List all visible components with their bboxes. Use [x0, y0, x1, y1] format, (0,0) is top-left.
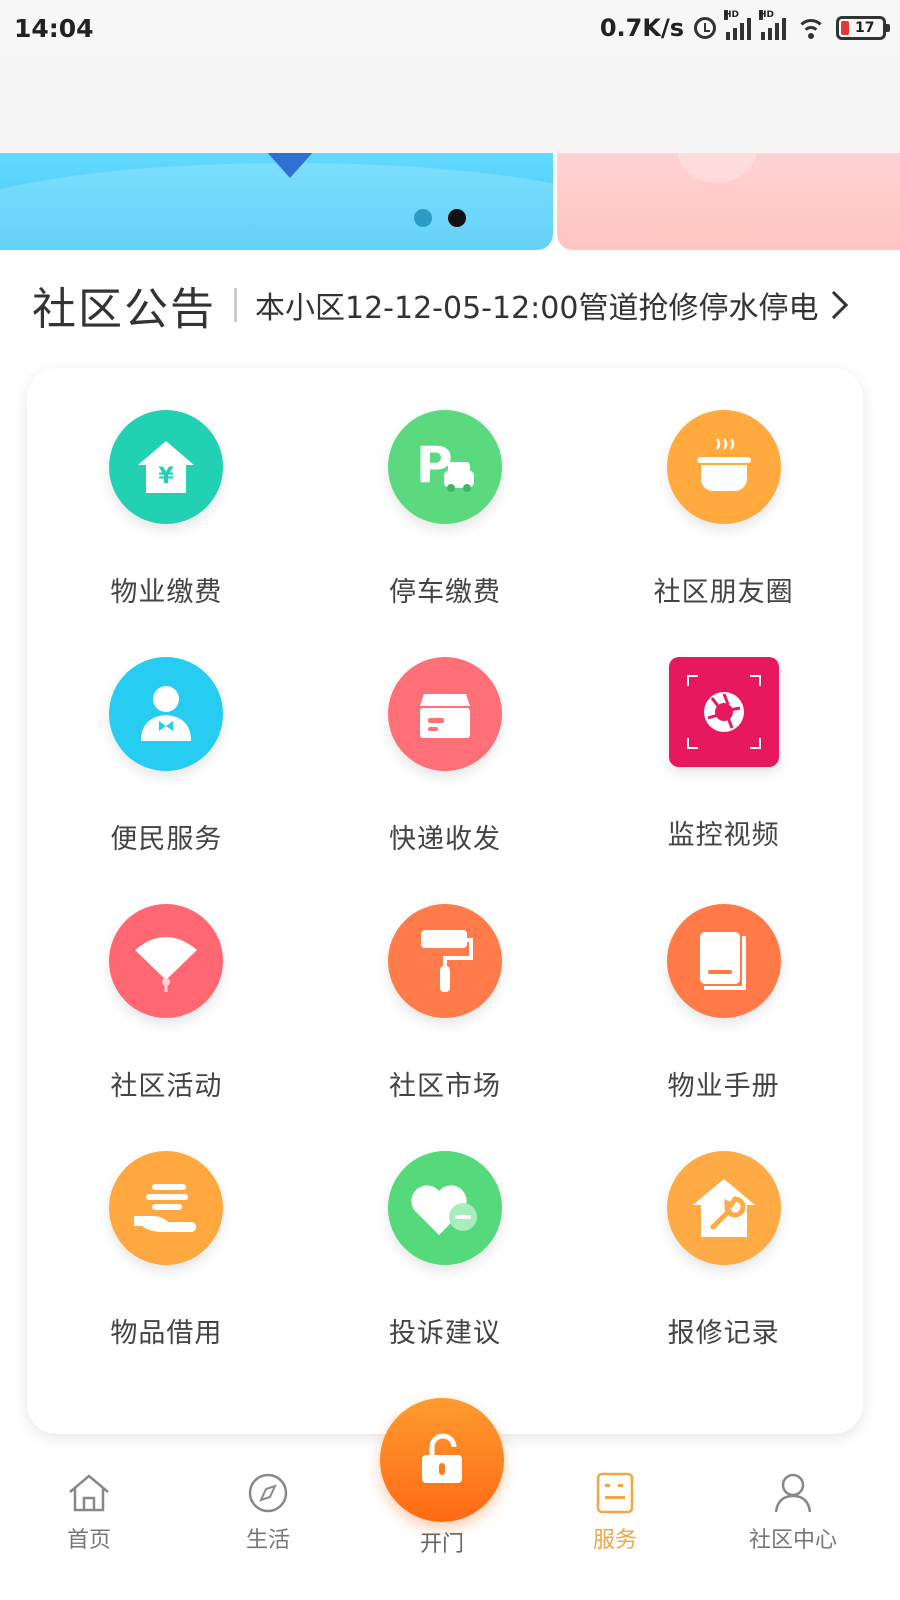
community-moments-icon[interactable] — [666, 410, 781, 524]
service-convenience[interactable]: 便民服务 — [27, 657, 306, 904]
signal-icon-2: HD — [759, 10, 786, 40]
banner-graphic — [250, 153, 330, 178]
service-property-fee[interactable]: ¥ 物业缴费 — [27, 410, 306, 657]
nav-label: 首页 — [66, 1528, 111, 1553]
pagination-dot[interactable] — [414, 209, 432, 227]
service-label: 投诉建议 — [388, 1318, 501, 1349]
nav-home[interactable]: 首页 — [34, 1472, 144, 1554]
wifi-icon — [796, 17, 826, 39]
service-label: 快递收发 — [388, 824, 501, 855]
home-icon — [69, 1474, 109, 1512]
open-door-button[interactable] — [380, 1398, 504, 1522]
user-icon — [774, 1473, 812, 1513]
property-fee-icon[interactable]: ¥ — [109, 410, 224, 524]
nav-label: 服务 — [592, 1528, 637, 1553]
service-label: 社区市场 — [388, 1071, 501, 1102]
pagination-dot-active[interactable] — [448, 209, 466, 227]
svg-text:¥: ¥ — [159, 464, 175, 489]
unlock-icon — [422, 1433, 462, 1483]
status-time: 14:04 — [14, 13, 94, 43]
service-list-icon — [596, 1472, 634, 1514]
signal-icon: HD — [724, 10, 751, 40]
nav-community-center[interactable]: 社区中心 — [738, 1472, 848, 1554]
service-property-manual[interactable]: 物业手册 — [584, 904, 863, 1151]
header-area — [0, 56, 900, 153]
nav-label: 社区中心 — [748, 1528, 837, 1553]
open-door-label[interactable]: 开门 — [380, 1526, 504, 1558]
community-notice[interactable]: 社区公告 本小区12-12-05-12:00管道抢修停水停电 — [32, 275, 868, 335]
services-grid: ¥ 物业缴费 P 停车缴费 社区朋友圈 便民服务 快递收发 监控视频 社区活动 … — [27, 410, 863, 1398]
compass-icon — [248, 1473, 288, 1513]
service-complaint-suggestion[interactable]: 投诉建议 — [306, 1151, 585, 1398]
service-label: 物业缴费 — [110, 577, 223, 608]
service-community-market[interactable]: 社区市场 — [306, 904, 585, 1151]
service-item-borrowing[interactable]: 物品借用 — [27, 1151, 306, 1398]
banner-pagination — [414, 209, 466, 227]
banner-slide-next[interactable] — [557, 153, 900, 250]
service-community-moments[interactable]: 社区朋友圈 — [584, 410, 863, 657]
parking-fee-icon[interactable]: P — [387, 410, 502, 524]
service-express-delivery[interactable]: 快递收发 — [306, 657, 585, 904]
express-delivery-icon[interactable] — [387, 657, 502, 771]
service-label: 停车缴费 — [388, 577, 501, 608]
complaint-suggestion-icon[interactable] — [387, 1151, 502, 1265]
service-label: 监控视频 — [667, 820, 780, 851]
nav-life[interactable]: 生活 — [213, 1472, 323, 1554]
item-borrowing-icon[interactable] — [109, 1151, 224, 1265]
battery-level: 17 — [855, 20, 875, 36]
banner-slide-current[interactable] — [0, 153, 553, 250]
services-card: ¥ 物业缴费 P 停车缴费 社区朋友圈 便民服务 快递收发 监控视频 社区活动 … — [27, 368, 863, 1434]
community-market-icon[interactable] — [387, 904, 502, 1018]
surveillance-video-icon[interactable] — [668, 657, 779, 767]
banner-carousel[interactable] — [0, 153, 900, 250]
service-community-activity[interactable]: 社区活动 — [27, 904, 306, 1151]
repair-record-icon[interactable] — [666, 1151, 781, 1265]
service-label: 物业手册 — [667, 1071, 780, 1102]
service-label: 物品借用 — [110, 1318, 223, 1349]
status-icons: 0.7K/s HD HD 17 — [599, 10, 890, 42]
service-parking-fee[interactable]: P 停车缴费 — [306, 410, 585, 657]
convenience-service-icon[interactable] — [109, 657, 224, 771]
notice-divider — [234, 288, 237, 322]
nav-service[interactable]: 服务 — [560, 1472, 670, 1554]
chevron-right-icon[interactable] — [819, 290, 849, 320]
alarm-icon — [694, 17, 716, 39]
status-bar: 14:04 0.7K/s HD HD 17 — [0, 0, 900, 56]
service-repair-record[interactable]: 报修记录 — [584, 1151, 863, 1398]
service-surveillance-video[interactable]: 监控视频 — [584, 657, 863, 904]
notice-title: 社区公告 — [32, 284, 216, 335]
nav-label: 生活 — [245, 1528, 290, 1553]
service-label: 社区活动 — [110, 1071, 223, 1102]
bottom-navigation: 首页 生活 开门 服务 社区中心 — [0, 1398, 900, 1600]
community-activity-icon[interactable] — [109, 904, 224, 1018]
service-label: 便民服务 — [110, 824, 223, 855]
battery-icon: 17 — [836, 16, 890, 40]
property-manual-icon[interactable] — [666, 904, 781, 1018]
network-speed: 0.7K/s — [599, 14, 684, 42]
service-label: 报修记录 — [667, 1318, 780, 1349]
notice-text[interactable]: 本小区12-12-05-12:00管道抢修停水停电 — [255, 283, 824, 327]
service-label: 社区朋友圈 — [653, 577, 794, 608]
